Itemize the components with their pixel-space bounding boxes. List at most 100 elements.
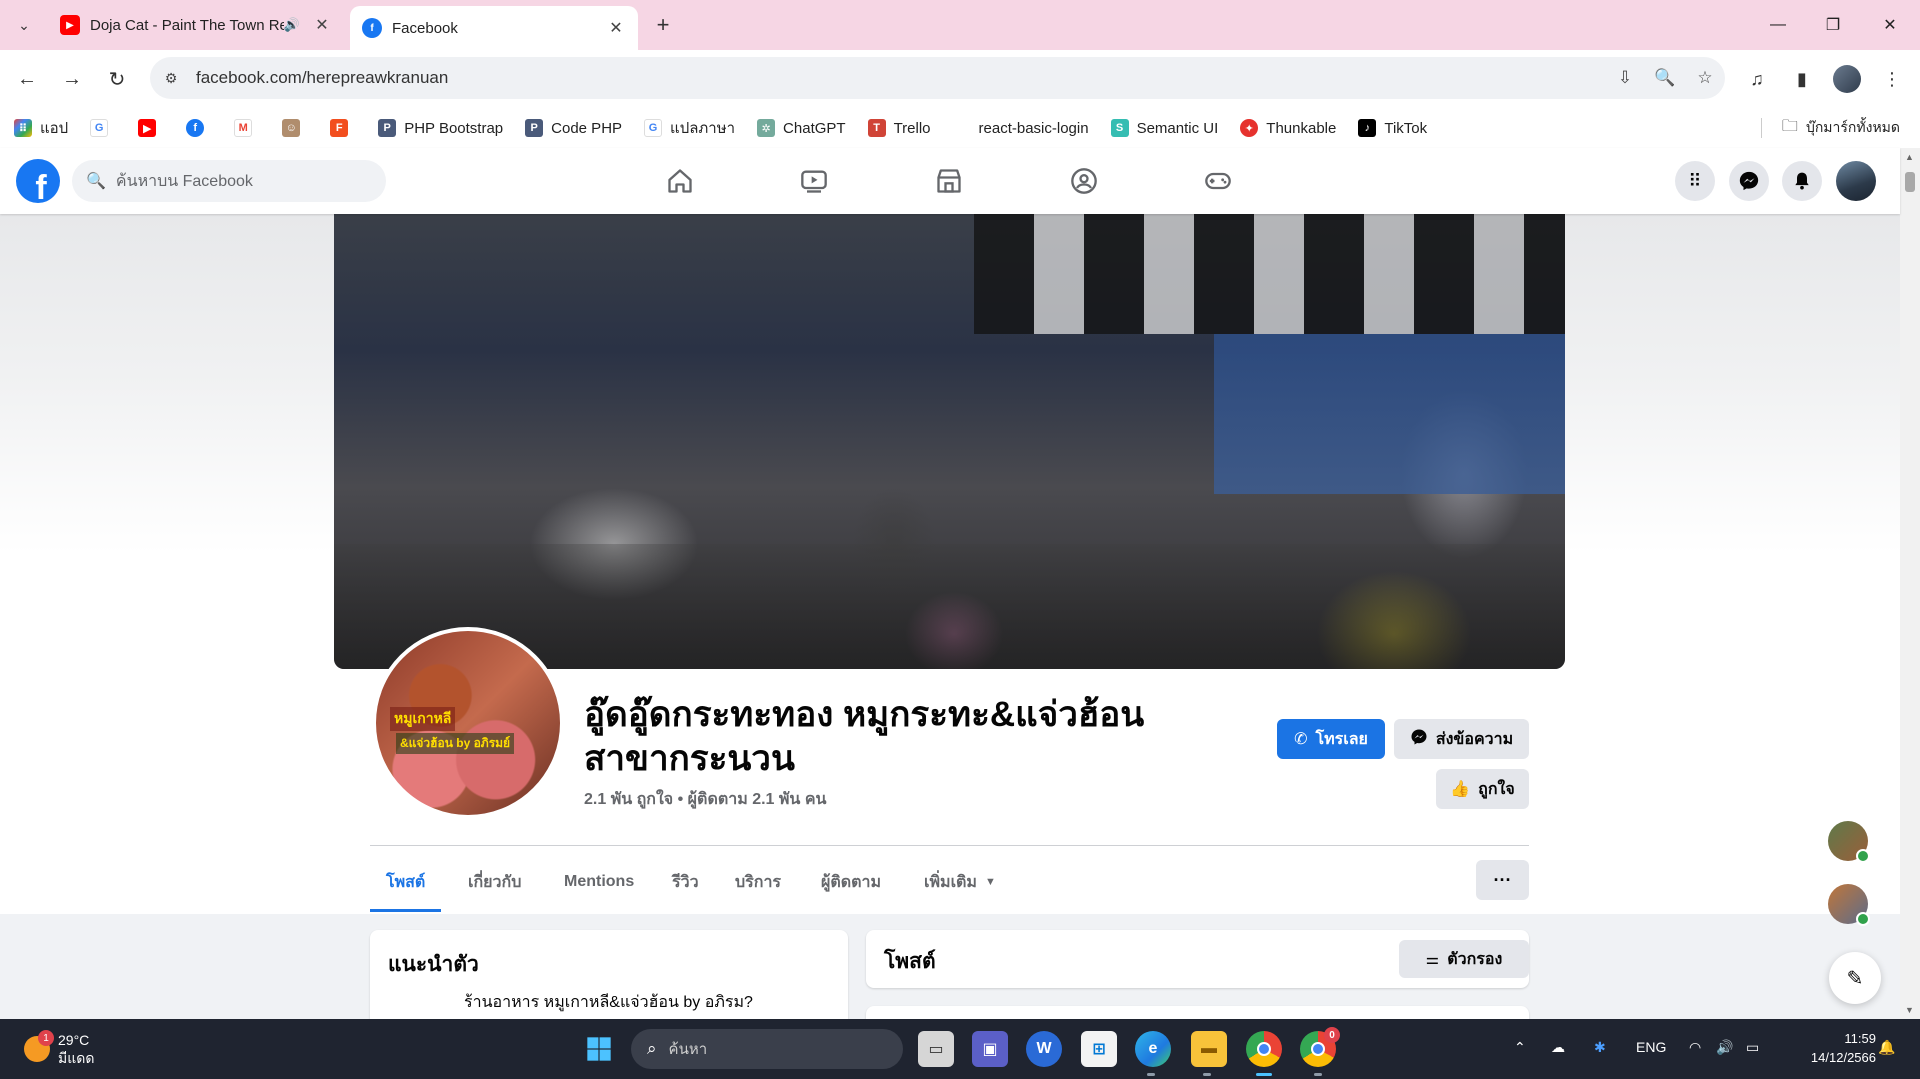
close-tab-icon[interactable]: ✕ bbox=[312, 15, 332, 35]
star-icon[interactable]: ☆ bbox=[1685, 68, 1725, 88]
scroll-down-arrow-icon[interactable]: ▼ bbox=[1905, 1005, 1914, 1015]
volume-icon[interactable]: 🔊 bbox=[1716, 1039, 1733, 1056]
scroll-up-arrow-icon[interactable]: ▲ bbox=[1905, 152, 1914, 162]
youtube-icon: ▶ bbox=[138, 119, 157, 137]
notifications-button[interactable] bbox=[1782, 161, 1822, 201]
more-options-button[interactable]: ··· bbox=[1476, 860, 1529, 900]
onedrive-icon[interactable]: ☁ bbox=[1551, 1039, 1565, 1056]
filter-button[interactable]: ⚌ ตัวกรอง bbox=[1399, 940, 1529, 978]
side-panel-icon[interactable]: ▮ bbox=[1786, 64, 1818, 94]
restore-button[interactable]: ❐ bbox=[1813, 12, 1853, 38]
tab-more[interactable]: เพิ่มเติม ▼ bbox=[908, 852, 1012, 912]
wifi-icon[interactable]: ◠ bbox=[1689, 1039, 1701, 1056]
nav-home[interactable] bbox=[624, 148, 736, 214]
cover-photo[interactable] bbox=[334, 214, 1565, 669]
bookmark-youtube[interactable]: ▶ bbox=[138, 119, 164, 137]
chat-head-contact-2[interactable] bbox=[1828, 884, 1870, 926]
new-tab-button[interactable]: + bbox=[650, 12, 676, 38]
clock-time: 11:59 bbox=[1844, 1031, 1876, 1046]
messenger-button[interactable] bbox=[1729, 161, 1769, 201]
start-button[interactable] bbox=[581, 1031, 617, 1067]
like-page-button[interactable]: 👍 ถูกใจ bbox=[1436, 769, 1529, 809]
url-text[interactable]: facebook.com/herepreawkranuan bbox=[196, 68, 1605, 88]
edge-icon[interactable]: e bbox=[1135, 1031, 1171, 1067]
bookmark-chatgpt[interactable]: ✲ ChatGPT bbox=[757, 119, 846, 137]
bookmark-react-basic-login[interactable]: react-basic-login bbox=[953, 120, 1089, 137]
scrollbar-thumb[interactable] bbox=[1905, 172, 1915, 192]
bookmark-tiktok[interactable]: ♪ TikTok bbox=[1358, 119, 1427, 137]
call-now-button[interactable]: ✆ โทรเลย bbox=[1277, 719, 1385, 759]
menu-icon[interactable]: ⋮ bbox=[1876, 64, 1908, 94]
notification-bell-icon[interactable]: 🔔 bbox=[1878, 1039, 1895, 1056]
address-bar[interactable]: ⚙ facebook.com/herepreawkranuan ⇩ 🔍 ☆ bbox=[150, 57, 1725, 99]
forward-button[interactable]: → bbox=[55, 62, 89, 96]
file-explorer-icon[interactable]: ▬ bbox=[1191, 1031, 1227, 1067]
reload-button[interactable]: ↻ bbox=[100, 62, 134, 96]
close-window-button[interactable]: ✕ bbox=[1870, 12, 1910, 38]
zoom-icon[interactable]: 🔍 bbox=[1645, 68, 1685, 88]
nav-groups[interactable] bbox=[1028, 148, 1140, 214]
weather-widget[interactable]: 1 29°C มีแดด bbox=[24, 1030, 94, 1067]
bookmark-avatar[interactable]: ☺ bbox=[282, 119, 308, 137]
chrome-profile-icon[interactable]: 0 bbox=[1300, 1027, 1340, 1067]
menu-grid-button[interactable]: ⠿ bbox=[1675, 161, 1715, 201]
send-message-button[interactable]: ส่งข้อความ bbox=[1394, 719, 1529, 759]
chrome-icon[interactable] bbox=[1246, 1031, 1282, 1067]
bookmark-php-bootstrap[interactable]: P PHP Bootstrap bbox=[378, 119, 503, 137]
chat-head-contact-1[interactable] bbox=[1828, 821, 1870, 863]
facebook-logo[interactable]: f bbox=[16, 159, 60, 203]
bookmark-label: react-basic-login bbox=[978, 119, 1089, 137]
bluetooth-icon[interactable]: ✱ bbox=[1594, 1039, 1606, 1056]
all-bookmarks-button[interactable]: 🗀 บุ๊กมาร์กทั้งหมด bbox=[1782, 108, 1900, 148]
facebook-search-input[interactable]: 🔍 ค้นหาบน Facebook bbox=[72, 160, 386, 202]
page-title: อู๊ดอู๊ดกระทะทอง หมูกระทะ&แจ่วฮ้อน สาขาก… bbox=[584, 695, 1145, 778]
tab-youtube[interactable]: ▶ Doja Cat - Paint The Town Red 🔊 ✕ bbox=[48, 6, 344, 44]
taskbar-search[interactable]: ⌕ ค้นหา bbox=[631, 1029, 903, 1069]
profile-avatar[interactable] bbox=[1833, 65, 1861, 93]
microsoft-store-icon[interactable]: ⊞ bbox=[1081, 1031, 1117, 1067]
site-info-icon[interactable]: ⚙ bbox=[154, 61, 188, 95]
nav-video[interactable] bbox=[758, 148, 870, 214]
bookmark-semantic-ui[interactable]: S Semantic UI bbox=[1110, 119, 1218, 137]
page-stats[interactable]: 2.1 พัน ถูกใจ • ผู้ติดตาม 2.1 พัน คน bbox=[584, 787, 826, 812]
page-profile-picture[interactable]: หมูเกาหลี &แจ่วฮ้อน by อภิรมย์ bbox=[372, 627, 564, 819]
bookmark-code-php[interactable]: P Code PHP bbox=[525, 119, 622, 137]
bookmark-translate[interactable]: G แปลภาษา bbox=[644, 116, 735, 140]
bookmark-google[interactable]: G bbox=[90, 119, 116, 137]
nav-marketplace[interactable] bbox=[893, 148, 1005, 214]
system-clock[interactable]: 11:59 14/12/2566 bbox=[1786, 1029, 1876, 1067]
tab-posts[interactable]: โพสต์ bbox=[370, 852, 442, 912]
speaker-icon[interactable]: 🔊 bbox=[284, 17, 300, 33]
chevron-up-icon[interactable]: ⌃ bbox=[1514, 1039, 1526, 1056]
bookmark-figma[interactable]: F bbox=[330, 119, 356, 137]
bookmark-apps[interactable]: ⠿ แอป bbox=[14, 116, 68, 140]
bookmark-thunkable[interactable]: ✦ Thunkable bbox=[1240, 119, 1336, 137]
new-message-button[interactable]: ✎ bbox=[1829, 952, 1881, 1004]
bookmark-trello[interactable]: T Trello bbox=[867, 119, 931, 137]
tab-followers[interactable]: ผู้ติดตาม bbox=[805, 852, 897, 912]
media-control-icon[interactable]: ♫ bbox=[1741, 64, 1773, 94]
battery-icon[interactable]: ▭ bbox=[1746, 1039, 1759, 1056]
nav-gaming[interactable] bbox=[1162, 148, 1274, 214]
back-button[interactable]: ← bbox=[10, 62, 44, 96]
teams-icon[interactable]: ▣ bbox=[972, 1031, 1008, 1067]
cover-tent-stripes bbox=[974, 214, 1565, 334]
tab-mentions[interactable]: Mentions bbox=[548, 852, 650, 912]
bookmark-gmail[interactable]: M bbox=[234, 119, 260, 137]
app-icon[interactable]: W bbox=[1026, 1031, 1062, 1067]
minimize-button[interactable]: — bbox=[1758, 12, 1798, 38]
tab-services[interactable]: บริการ bbox=[719, 852, 797, 912]
page-scrollbar[interactable]: ▲ ▼ bbox=[1900, 148, 1920, 1019]
account-avatar[interactable] bbox=[1836, 161, 1876, 201]
tab-facebook[interactable]: f Facebook ✕ bbox=[350, 6, 638, 50]
install-app-icon[interactable]: ⇩ bbox=[1605, 68, 1645, 88]
task-view-icon[interactable]: ▭ bbox=[918, 1031, 954, 1067]
tab-search-button[interactable]: ⌄ bbox=[8, 10, 40, 40]
tab-about[interactable]: เกี่ยวกับ bbox=[452, 852, 537, 912]
bookmark-facebook[interactable]: f bbox=[186, 119, 212, 137]
weather-badge: 1 bbox=[38, 1030, 54, 1046]
tab-reviews[interactable]: รีวิว bbox=[656, 852, 715, 912]
language-indicator[interactable]: ENG bbox=[1636, 1039, 1666, 1055]
running-indicator bbox=[1203, 1073, 1211, 1076]
close-tab-icon[interactable]: ✕ bbox=[606, 18, 626, 38]
